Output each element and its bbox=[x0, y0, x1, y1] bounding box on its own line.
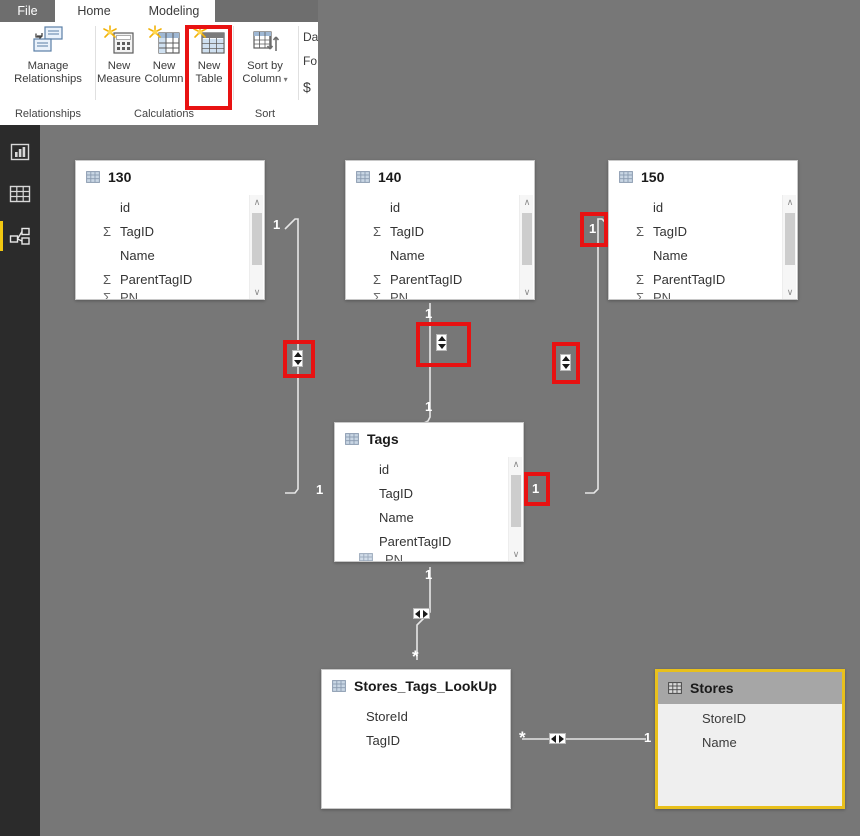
new-table-label: New Table bbox=[195, 60, 222, 86]
relationship-diagram-icon bbox=[9, 227, 30, 245]
arrow-down-icon bbox=[437, 343, 446, 349]
sort-by-column-button[interactable]: Sort by Column ▾ bbox=[234, 25, 296, 86]
tab-home[interactable]: Home bbox=[55, 0, 133, 22]
new-column-icon bbox=[147, 25, 181, 57]
arrow-left-icon bbox=[551, 734, 557, 743]
data-type-label: Da bbox=[303, 30, 318, 44]
chevron-down-icon[interactable]: ▾ bbox=[281, 75, 288, 84]
ribbon-tab-bar: File Home Modeling bbox=[0, 0, 318, 22]
tab-modeling[interactable]: Modeling bbox=[133, 0, 215, 22]
crossfilter-marker-140-tags[interactable] bbox=[436, 334, 447, 351]
crossfilter-marker-lookup-stores[interactable] bbox=[549, 733, 566, 744]
model-canvas[interactable]: 130 id Σ TagID Name Σ ParentTagID Σ PN ∧ ∨ 140 id Σ Ta… bbox=[40, 125, 860, 836]
crossfilter-marker-130-tags[interactable] bbox=[292, 350, 303, 367]
crossfilter-marker-tags-lookup[interactable] bbox=[413, 608, 430, 619]
card-lookup-right: * bbox=[519, 728, 526, 747]
btn-line2: Measure bbox=[97, 73, 141, 85]
card-130-bottom: 1 bbox=[316, 482, 324, 497]
ribbon-content: Manage Relationships Relationships New M… bbox=[0, 22, 318, 125]
btn-line2: Table bbox=[195, 73, 223, 85]
arrow-right-icon bbox=[422, 609, 428, 618]
btn-line1: Sort by bbox=[247, 60, 283, 72]
sort-by-column-label: Sort by Column ▾ bbox=[242, 60, 287, 86]
tab-file[interactable]: File bbox=[0, 0, 55, 22]
manage-relationships-icon bbox=[31, 25, 65, 57]
card-lookup-top: * bbox=[412, 647, 419, 666]
btn-line1: Manage bbox=[27, 60, 69, 72]
group-label-relationships: Relationships bbox=[14, 108, 82, 120]
card-130-top: 1 bbox=[273, 217, 281, 232]
btn-line2: Relationships bbox=[14, 73, 82, 85]
card-140-top: 1 bbox=[425, 306, 433, 321]
arrow-up-icon bbox=[293, 352, 302, 358]
arrow-down-icon bbox=[293, 359, 302, 365]
manage-relationships-button[interactable]: Manage Relationships bbox=[10, 25, 86, 86]
ribbon: File Home Modeling Manage Relationships … bbox=[0, 0, 318, 125]
new-column-label: New Column bbox=[145, 60, 184, 86]
btn-line1: New bbox=[197, 60, 221, 72]
arrow-up-icon bbox=[561, 356, 570, 362]
new-column-button[interactable]: New Column bbox=[142, 25, 186, 86]
ribbon-separator-3 bbox=[298, 26, 299, 100]
btn-line1: New bbox=[107, 60, 131, 72]
crossfilter-marker-150-tags[interactable] bbox=[560, 354, 571, 371]
btn-line2: Column bbox=[242, 73, 282, 85]
arrow-down-icon bbox=[561, 363, 570, 369]
table-grid-icon bbox=[9, 185, 31, 203]
card-150-bottom: 1 bbox=[532, 481, 540, 496]
new-measure-button[interactable]: New Measure bbox=[96, 25, 142, 86]
format-label: Fo bbox=[303, 54, 318, 68]
card-150-top: 1 bbox=[589, 221, 597, 236]
currency-label: $ bbox=[303, 79, 311, 95]
arrow-right-icon bbox=[558, 734, 564, 743]
group-label-sort: Sort bbox=[254, 108, 276, 120]
sort-by-column-icon bbox=[248, 25, 282, 57]
new-measure-icon bbox=[102, 25, 136, 57]
arrow-up-icon bbox=[437, 336, 446, 342]
new-table-button[interactable]: New Table bbox=[188, 25, 230, 86]
view-switcher-sidebar bbox=[0, 125, 40, 836]
card-tags-bottom: 1 bbox=[425, 567, 433, 582]
sidebar-item-data-view[interactable] bbox=[0, 173, 40, 215]
new-measure-label: New Measure bbox=[97, 60, 141, 86]
new-table-icon bbox=[192, 25, 226, 57]
btn-line2: Column bbox=[144, 73, 184, 85]
bar-chart-icon bbox=[10, 143, 30, 161]
card-140-bottom: 1 bbox=[425, 399, 433, 414]
arrow-left-icon bbox=[415, 609, 421, 618]
card-stores-left: 1 bbox=[644, 730, 652, 745]
relationship-overlays: 1 1 1 1 1 1 1 * * 1 bbox=[40, 125, 860, 836]
powerbi-modeling-window: File Home Modeling Manage Relationships … bbox=[0, 0, 860, 836]
tab-bar-filler bbox=[215, 0, 318, 22]
sidebar-item-report-view[interactable] bbox=[0, 131, 40, 173]
group-label-calculations: Calculations bbox=[134, 108, 194, 120]
manage-relationships-label: Manage Relationships bbox=[14, 60, 82, 86]
btn-line1: New bbox=[152, 60, 176, 72]
sidebar-item-model-view[interactable] bbox=[0, 215, 40, 257]
